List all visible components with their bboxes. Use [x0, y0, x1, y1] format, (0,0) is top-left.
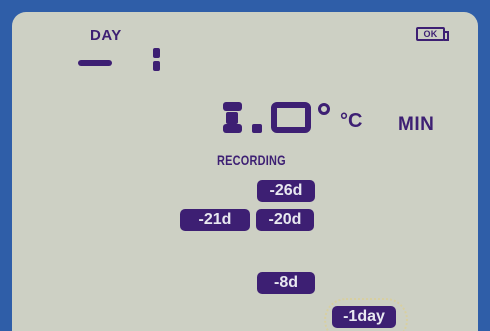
history-badge[interactable]: -26d [257, 180, 315, 202]
history-badge[interactable]: -20d [256, 209, 314, 231]
unit-label: °C [340, 110, 363, 132]
lcd-screen: DAY OK °C MIN RECORDING -26d -21d -20d -… [12, 12, 478, 331]
min-label: MIN [398, 114, 435, 135]
history-badge[interactable]: -21d [180, 209, 250, 231]
recording-label: RECORDING [217, 152, 286, 168]
battery-status: OK [423, 29, 438, 39]
history-badge-selected[interactable]: -1day [332, 306, 396, 328]
battery-icon: OK [416, 27, 449, 41]
day-label: DAY [90, 27, 122, 44]
history-badge[interactable]: -8d [257, 272, 315, 294]
